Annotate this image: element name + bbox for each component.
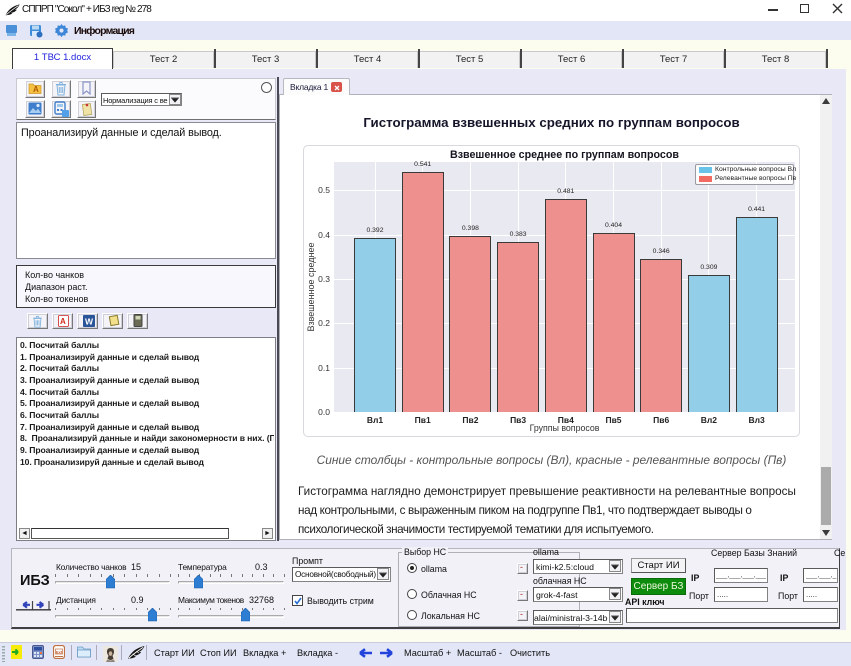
svg-text:W: W	[85, 317, 94, 327]
svg-text:A: A	[33, 85, 39, 94]
svg-text:Ext: Ext	[56, 650, 63, 655]
svg-text:A: A	[60, 317, 66, 326]
